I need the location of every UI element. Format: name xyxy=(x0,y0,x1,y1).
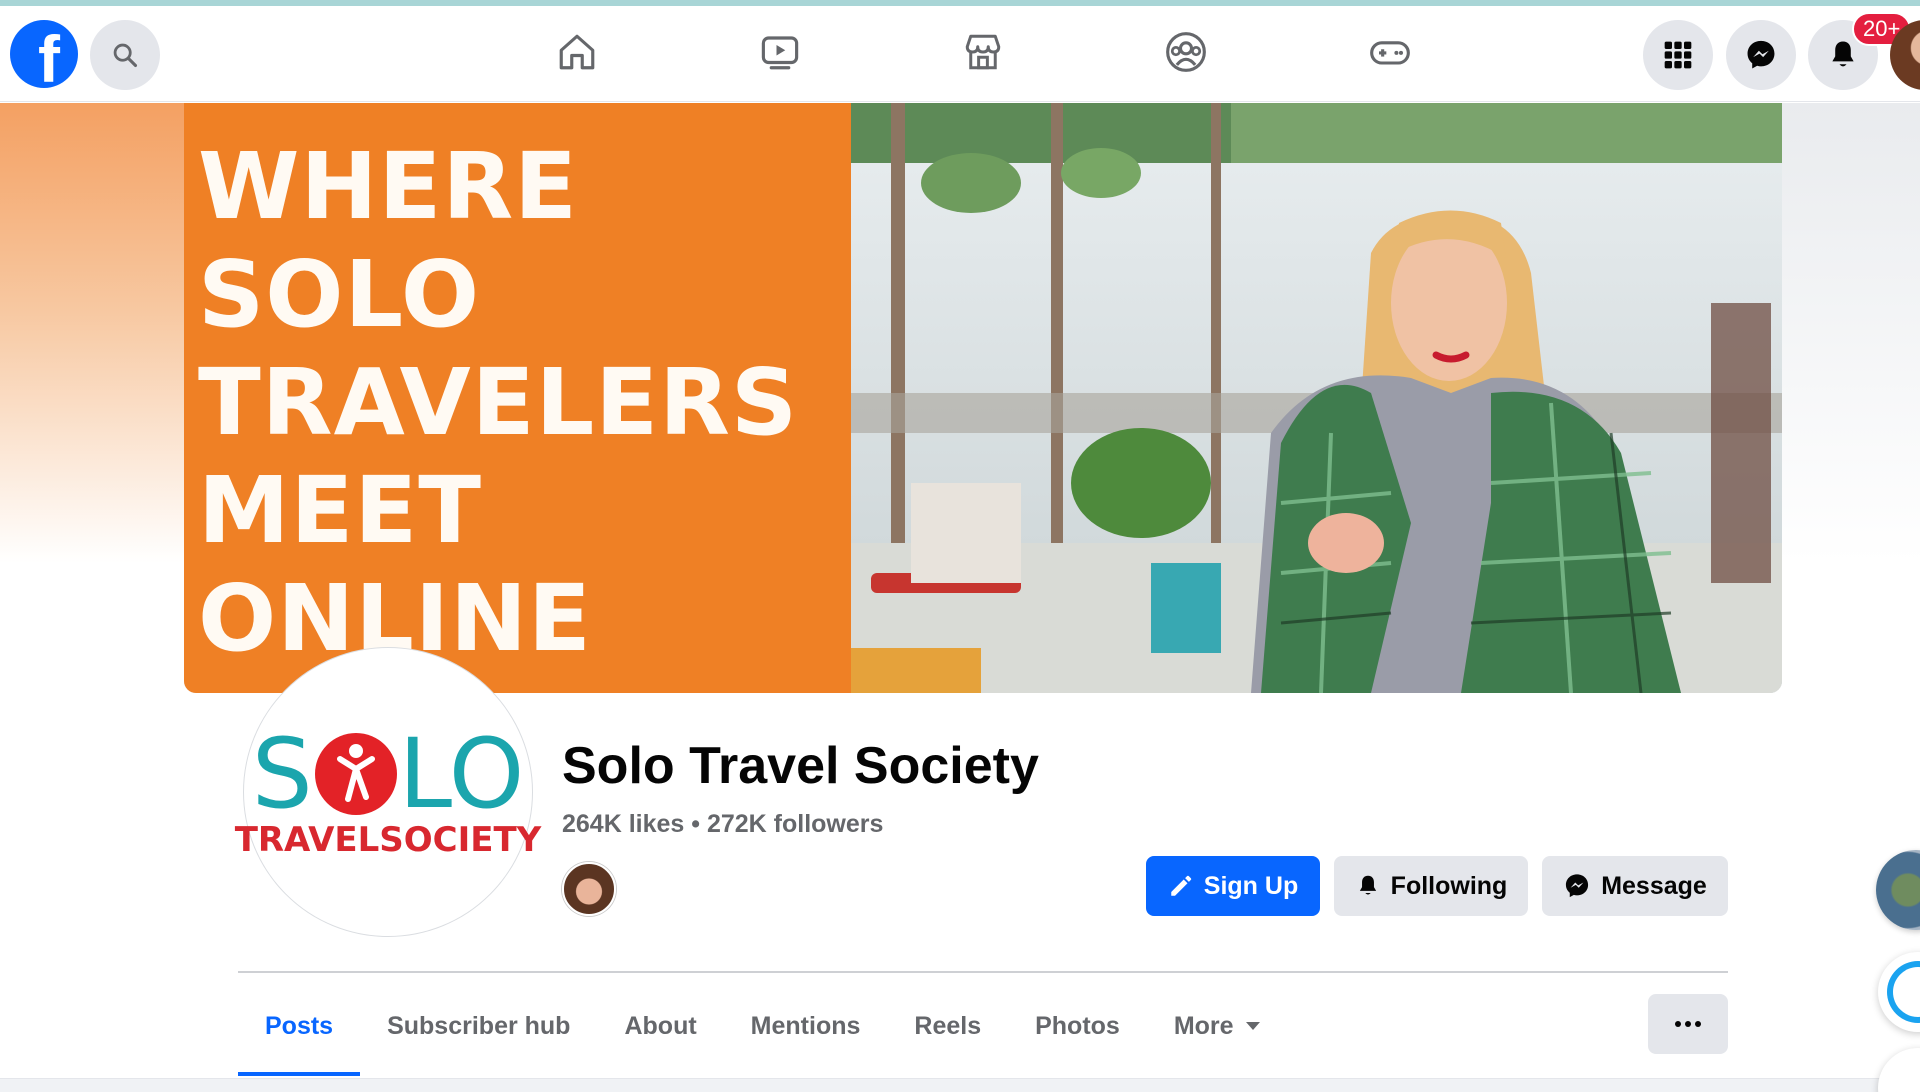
chat-loading-icon[interactable] xyxy=(1878,952,1920,1032)
search-button[interactable] xyxy=(90,20,160,90)
facebook-logo-letter: f xyxy=(38,22,60,88)
message-label: Message xyxy=(1601,871,1707,900)
tab-more[interactable]: More xyxy=(1147,976,1287,1076)
new-message-button[interactable] xyxy=(1878,1048,1920,1092)
groups-icon xyxy=(1166,32,1206,72)
following-button[interactable]: Following xyxy=(1334,856,1528,916)
ellipsis-icon xyxy=(1695,1021,1701,1027)
tab-mentions[interactable]: Mentions xyxy=(724,976,888,1076)
chat-head-avatar[interactable] xyxy=(1876,850,1920,930)
tab-reels[interactable]: Reels xyxy=(887,976,1008,1076)
watch-icon xyxy=(761,36,799,70)
profile-divider xyxy=(238,971,1728,973)
ellipsis-icon xyxy=(1685,1021,1691,1027)
tab-label: More xyxy=(1173,1011,1234,1040)
logo-traveler-figure-icon xyxy=(314,733,397,815)
page-title: Solo Travel Society xyxy=(562,737,1039,795)
tab-subscriber-hub[interactable]: Subscriber hub xyxy=(360,976,597,1076)
mutual-friend-avatar[interactable] xyxy=(562,862,616,916)
cover-text-panel: WHERE SOLO TRAVELERS MEET ONLINE xyxy=(184,103,851,693)
sign-up-button[interactable]: Sign Up xyxy=(1146,856,1320,916)
page-profile-picture[interactable]: S LO TRAVELSOCIETY xyxy=(235,648,541,936)
nav-gaming[interactable] xyxy=(1366,28,1414,76)
tab-about[interactable]: About xyxy=(597,976,723,1076)
marketplace-icon xyxy=(965,34,1001,70)
caret-down-icon xyxy=(1245,1022,1260,1030)
tab-label: Posts xyxy=(265,1011,334,1040)
logo-letters-lo: LO xyxy=(398,718,525,830)
pencil-icon xyxy=(1171,875,1192,896)
solo-logo-wordmark: S LO xyxy=(252,724,525,824)
tab-label: Photos xyxy=(1035,1011,1120,1040)
menu-button[interactable] xyxy=(1643,20,1713,90)
nav-marketplace[interactable] xyxy=(959,28,1007,76)
tab-label: About xyxy=(624,1011,697,1040)
page-stats[interactable]: 264K likes • 272K followers xyxy=(562,810,883,839)
tab-label: Mentions xyxy=(750,1011,861,1040)
following-label: Following xyxy=(1390,871,1508,900)
cover-headline: WHERE SOLO TRAVELERS MEET ONLINE xyxy=(198,133,799,672)
facebook-logo[interactable]: f xyxy=(10,20,78,88)
search-icon xyxy=(113,43,138,68)
content-area-top xyxy=(0,1078,1920,1092)
top-navigation-bar: f 20+ xyxy=(0,6,1920,102)
apps-grid-icon xyxy=(1664,41,1692,69)
messenger-button[interactable] xyxy=(1726,20,1796,90)
page-tabs: Posts Subscriber hub About Mentions Reel… xyxy=(238,976,1287,1076)
gaming-icon xyxy=(1370,41,1410,65)
cover-photo[interactable]: WHERE SOLO TRAVELERS MEET ONLINE xyxy=(184,103,1782,693)
cover-backdrop-right xyxy=(1782,103,1920,563)
tab-label: Subscriber hub xyxy=(387,1011,571,1040)
cafe-scene-illustration xyxy=(851,103,1782,693)
tab-label: Reels xyxy=(914,1011,982,1040)
messenger-icon xyxy=(1747,40,1775,69)
ellipsis-icon xyxy=(1675,1021,1681,1027)
message-button[interactable]: Message xyxy=(1542,856,1728,916)
bell-icon xyxy=(1832,41,1854,67)
logo-letter-s: S xyxy=(251,718,313,830)
more-options-button[interactable] xyxy=(1648,994,1728,1054)
bell-icon xyxy=(1359,875,1376,895)
tab-photos[interactable]: Photos xyxy=(1008,976,1147,1076)
nav-home[interactable] xyxy=(553,28,601,76)
nav-watch[interactable] xyxy=(756,28,804,76)
tab-posts[interactable]: Posts xyxy=(238,976,361,1076)
home-icon xyxy=(559,34,595,70)
cover-cafe-photo xyxy=(851,103,1782,693)
messenger-icon xyxy=(1566,874,1589,898)
logo-subtitle: TRAVELSOCIETY xyxy=(234,820,542,860)
nav-groups[interactable] xyxy=(1162,28,1210,76)
sign-up-label: Sign Up xyxy=(1203,871,1299,900)
